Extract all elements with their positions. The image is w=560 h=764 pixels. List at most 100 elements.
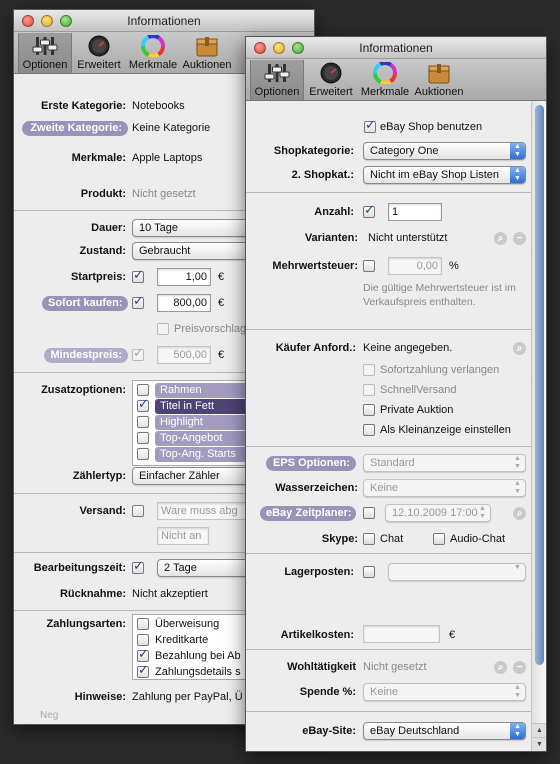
zahlungsdetails-checkbox[interactable] [137, 663, 149, 678]
scroll-down-arrow[interactable]: ▼ [532, 737, 546, 751]
tab-erweitert[interactable]: Erweitert [72, 33, 126, 73]
label-shopkategorie: Shopkategorie: [273, 145, 354, 157]
titlebar[interactable]: Informationen [14, 10, 314, 32]
toolbar: Optionen Erweitert Merkmale Auktionen [246, 59, 546, 101]
rahmen-checkbox[interactable] [137, 384, 149, 396]
value-zweite-kategorie: Keine Kategorie [132, 122, 211, 134]
tab-erweitert[interactable]: Erweitert [304, 60, 358, 100]
skype-audio-checkbox[interactable] [433, 533, 445, 545]
mehrwertsteuer-checkbox[interactable] [363, 260, 375, 272]
tab-auktionen[interactable]: Auktionen [180, 33, 234, 73]
highlight-checkbox[interactable] [137, 416, 149, 428]
search-icon[interactable]: ⌕ [494, 661, 507, 674]
close-button[interactable] [22, 15, 34, 27]
mindestpreis-checkbox[interactable] [132, 346, 144, 361]
mindestpreis-field[interactable]: 500,00 [157, 346, 211, 364]
eps-optionen-popup[interactable]: Standard ▲ ▼ [363, 454, 526, 472]
search-icon[interactable]: ⌕ [513, 342, 526, 355]
ebay-shop-checkbox[interactable] [364, 118, 376, 133]
label-shopkat2: 2. Shopkat.: [291, 169, 354, 181]
tab-merkmale[interactable]: Merkmale [358, 60, 412, 100]
list-item: Zahlungsdetails s [155, 666, 241, 678]
stepper-icon: ▲ ▼ [479, 505, 486, 520]
private-auktion-checkbox[interactable] [363, 404, 375, 416]
list-item[interactable]: Highlight [155, 415, 251, 430]
tab-optionen[interactable]: Optionen [18, 33, 72, 73]
schnellversand-checkbox[interactable] [363, 384, 375, 396]
label-preisvorschlag: Preisvorschlag [174, 323, 247, 335]
separator [246, 553, 531, 554]
label-skype-audio: Audio-Chat [450, 533, 506, 545]
label-eps-optionen[interactable]: EPS Optionen: [266, 456, 356, 471]
minimize-button[interactable] [41, 15, 53, 27]
ebay-site-popup[interactable]: eBay Deutschland ▲ ▼ [363, 722, 526, 740]
anzahl-checkbox[interactable] [363, 203, 375, 218]
remove-icon[interactable]: − [513, 661, 526, 674]
tab-optionen[interactable]: Optionen [250, 60, 304, 100]
list-item[interactable]: Titel in Fett [155, 399, 251, 414]
chevron-updown-icon: ▲ ▼ [510, 167, 525, 183]
top-ang-starts-checkbox[interactable] [137, 448, 149, 460]
list-item[interactable]: Top-Angebot [155, 431, 251, 446]
search-icon[interactable]: ⌕ [513, 507, 526, 520]
artikelkosten-field[interactable] [363, 625, 440, 643]
tab-merkmale[interactable]: Merkmale [126, 33, 180, 73]
kreditkarte-checkbox[interactable] [137, 634, 149, 646]
spende-popup[interactable]: Keine ▲ ▼ [363, 683, 526, 701]
chevron-updown-icon: ▲ ▼ [514, 684, 521, 699]
versand-checkbox[interactable] [132, 505, 144, 517]
chevron-updown-icon: ▲ ▼ [514, 455, 521, 470]
search-icon[interactable]: ⌕ [494, 232, 507, 245]
remove-icon[interactable]: − [513, 232, 526, 245]
anzahl-field[interactable]: 1 [388, 203, 442, 221]
minimize-button[interactable] [273, 42, 285, 54]
sofort-kaufen-field[interactable]: 800,00 [157, 294, 211, 312]
color-wheel-icon [373, 62, 397, 84]
sliders-icon [264, 64, 290, 82]
bearbeitungszeit-checkbox[interactable] [132, 559, 144, 574]
separator [246, 446, 531, 447]
label-zweite-kategorie[interactable]: Zweite Kategorie: [22, 121, 128, 136]
zeitplaner-checkbox[interactable] [363, 507, 375, 519]
zeitplaner-date-field[interactable]: 12.10.2009 17:00 ▲ ▼ [385, 504, 491, 522]
tab-auktionen[interactable]: Auktionen [412, 60, 466, 100]
lagerposten-combo[interactable]: ▼ [388, 563, 526, 581]
mehrwertsteuer-field[interactable]: 0,00 [388, 257, 442, 275]
value-ruecknahme: Nicht akzeptiert [132, 588, 208, 600]
box-icon [196, 37, 218, 57]
list-item[interactable]: Rahmen [155, 383, 251, 398]
shopkat2-popup[interactable]: Nicht im eBay Shop Listen ▲ ▼ [363, 166, 526, 184]
chevron-down-icon: ▼ [514, 564, 521, 571]
versand-field-2[interactable]: Nicht an [157, 527, 209, 545]
scroll-thumb[interactable] [535, 105, 544, 665]
startpreis-checkbox[interactable] [132, 268, 144, 283]
scroll-up-arrow[interactable]: ▲ [532, 723, 546, 737]
titel-fett-checkbox[interactable] [137, 397, 149, 412]
label-ebay-zeitplaner[interactable]: eBay Zeitplaner: [260, 506, 356, 521]
bezahlung-checkbox[interactable] [137, 647, 149, 662]
ueberweisung-checkbox[interactable] [137, 618, 149, 630]
value-varianten: Nicht unterstützt [368, 232, 448, 244]
label-private-auktion: Private Auktion [380, 404, 454, 416]
window-title: Informationen [127, 14, 201, 28]
lagerposten-checkbox[interactable] [363, 566, 375, 578]
kleinanzeige-checkbox[interactable] [363, 424, 375, 436]
label-mindestpreis[interactable]: Mindestpreis: [44, 348, 128, 363]
wasserzeichen-popup[interactable]: Keine ▲ ▼ [363, 479, 526, 497]
startpreis-field[interactable]: 1,00 [157, 268, 211, 286]
zoom-button[interactable] [60, 15, 72, 27]
sofort-kaufen-checkbox[interactable] [132, 294, 144, 309]
preisvorschlag-checkbox[interactable] [157, 323, 169, 335]
list-item[interactable]: Top-Ang. Starts [155, 447, 251, 462]
close-button[interactable] [254, 42, 266, 54]
skype-chat-checkbox[interactable] [363, 533, 375, 545]
value-hinweise[interactable]: Zahlung per PayPal, Ü [132, 688, 243, 706]
vertical-scrollbar[interactable]: ▲ ▼ [531, 101, 546, 751]
sofortzahlung-checkbox[interactable] [363, 364, 375, 376]
shopkategorie-popup[interactable]: Category One ▲ ▼ [363, 142, 526, 160]
titlebar[interactable]: Informationen [246, 37, 546, 59]
value-merkmale: Apple Laptops [132, 152, 203, 164]
label-sofort-kaufen[interactable]: Sofort kaufen: [42, 296, 128, 311]
top-angebot-checkbox[interactable] [137, 432, 149, 444]
zoom-button[interactable] [292, 42, 304, 54]
